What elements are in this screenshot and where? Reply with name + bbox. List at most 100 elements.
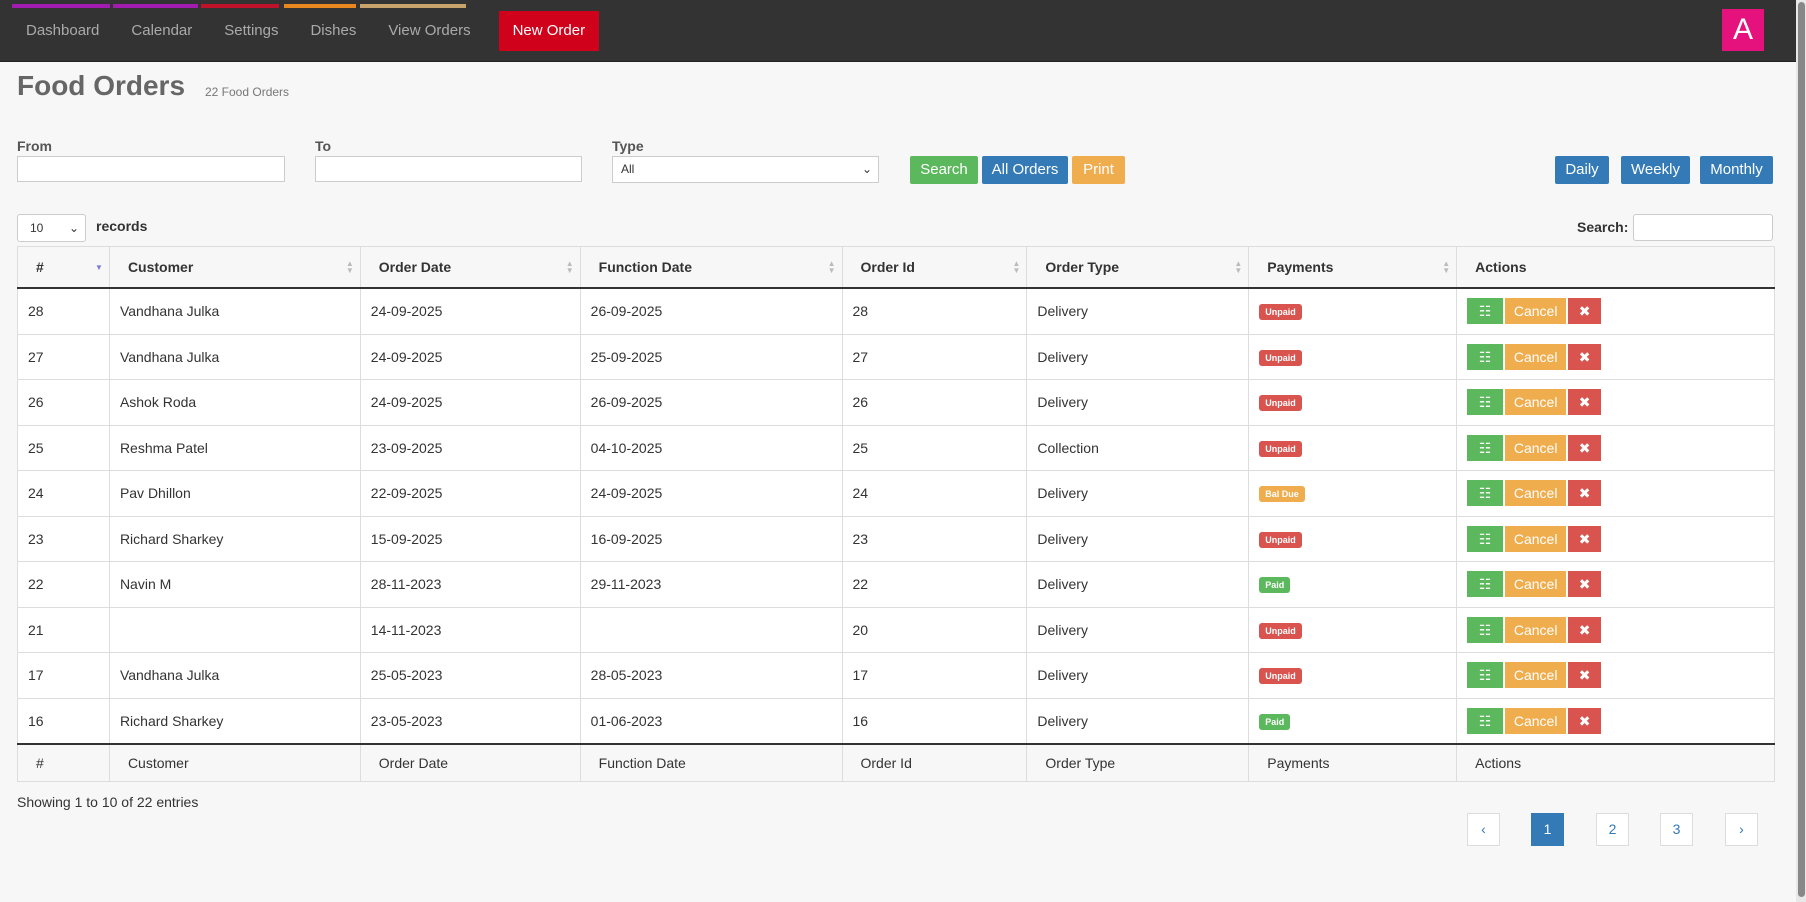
view-order-icon[interactable]: ☷ (1467, 343, 1504, 370)
cell-customer: Navin M (108, 561, 361, 608)
view-order-icon[interactable]: ☷ (1467, 662, 1504, 689)
cell-order-date: 15-09-2025 (359, 515, 581, 562)
delete-order-icon[interactable]: ✖ (1568, 571, 1602, 598)
col-header-num[interactable]: # ▼ (17, 246, 110, 289)
view-order-icon[interactable]: ☷ (1467, 571, 1504, 598)
delete-order-icon[interactable]: ✖ (1568, 707, 1602, 734)
col-header-payments[interactable]: Payments ▲ ▼ (1248, 246, 1458, 289)
scrollbar-thumb[interactable] (1798, 2, 1805, 897)
delete-order-icon[interactable]: ✖ (1568, 434, 1602, 461)
table-row: 17 Vandhana Julka 25-05-2023 28-05-2023 17 De… (17, 652, 1775, 699)
chevron-down-icon: ⌄ (68, 221, 79, 235)
cancel-order-button[interactable]: Cancel (1505, 707, 1567, 734)
cell-customer: Reshma Patel (108, 424, 361, 471)
delete-order-icon[interactable]: ✖ (1568, 525, 1602, 552)
delete-order-icon[interactable]: ✖ (1568, 389, 1602, 416)
col-header-label: Payments (1267, 259, 1334, 275)
nav-dishes[interactable]: Dishes (294, 11, 372, 51)
cancel-order-button[interactable]: Cancel (1505, 616, 1567, 643)
page-scrollbar[interactable] (1796, 0, 1806, 902)
cell-function-date: 26-09-2025 (579, 379, 843, 426)
cell-order-type: Delivery (1026, 606, 1250, 653)
print-button[interactable]: Print (1072, 156, 1125, 184)
view-order-icon[interactable]: ☷ (1467, 616, 1504, 643)
delete-order-icon[interactable]: ✖ (1568, 480, 1602, 507)
cell-order-date: 14-11-2023 (359, 606, 581, 653)
view-order-icon[interactable]: ☷ (1467, 707, 1504, 734)
delete-order-icon[interactable]: ✖ (1568, 343, 1602, 370)
cancel-order-button[interactable]: Cancel (1505, 343, 1567, 370)
page-1-button[interactable]: 1 (1531, 813, 1564, 846)
cell-customer: Richard Sharkey (108, 515, 361, 562)
cell-customer: Richard Sharkey (108, 697, 361, 745)
main-nav: Dashboard Calendar Settings Dishes View … (10, 0, 600, 61)
cell-num: 25 (17, 424, 110, 471)
cell-actions: ☷ Cancel ✖ (1456, 515, 1775, 562)
cell-order-type: Delivery (1026, 515, 1250, 562)
daily-button[interactable]: Daily (1555, 156, 1609, 184)
col-header-function-date[interactable]: Function Date ▲ ▼ (579, 246, 843, 289)
delete-order-icon[interactable]: ✖ (1568, 298, 1602, 325)
sort-desc-icon: ▼ (95, 263, 103, 272)
new-order-button[interactable]: New Order (498, 10, 600, 51)
cell-num: 16 (17, 697, 110, 745)
cancel-order-button[interactable]: Cancel (1505, 389, 1567, 416)
sort-icon: ▲ ▼ (1012, 259, 1021, 275)
page-length-value: 10 (30, 221, 44, 235)
cell-order-date: 23-09-2025 (359, 424, 581, 471)
page-3-button[interactable]: 3 (1660, 813, 1693, 846)
monthly-button[interactable]: Monthly (1700, 156, 1773, 184)
page-2-button[interactable]: 2 (1596, 813, 1629, 846)
delete-order-icon[interactable]: ✖ (1568, 662, 1602, 689)
cell-order-date: 24-09-2025 (359, 379, 581, 426)
search-button[interactable]: Search (910, 156, 978, 184)
delete-order-icon[interactable]: ✖ (1568, 616, 1602, 643)
col-header-customer[interactable]: Customer ▲ ▼ (108, 246, 361, 289)
footer-payments: Payments (1248, 743, 1458, 782)
table-search-input[interactable] (1633, 214, 1773, 241)
cell-function-date (579, 606, 843, 653)
type-select[interactable]: All ⌄ (612, 156, 879, 183)
prev-page-button[interactable]: ‹ (1467, 813, 1500, 846)
orders-count: 22 Food Orders (205, 85, 290, 99)
avatar[interactable]: A (1722, 9, 1764, 51)
view-order-icon[interactable]: ☷ (1467, 480, 1504, 507)
payment-status-badge: Unpaid (1259, 622, 1302, 639)
view-order-icon[interactable]: ☷ (1467, 525, 1504, 552)
cell-order-id: 28 (841, 287, 1028, 335)
cell-payment: Unpaid (1248, 424, 1458, 471)
to-date-input[interactable] (315, 156, 582, 182)
all-orders-button[interactable]: All Orders (982, 156, 1068, 184)
weekly-button[interactable]: Weekly (1621, 156, 1690, 184)
cancel-order-button[interactable]: Cancel (1505, 434, 1567, 461)
cancel-order-button[interactable]: Cancel (1505, 480, 1567, 507)
nav-calendar[interactable]: Calendar (115, 11, 208, 51)
cell-payment: Paid (1248, 561, 1458, 608)
footer-customer: Customer (108, 743, 361, 782)
from-date-input[interactable] (17, 156, 285, 182)
col-header-order-date[interactable]: Order Date ▲ ▼ (359, 246, 581, 289)
next-page-button[interactable]: › (1725, 813, 1758, 846)
col-header-label: # (36, 259, 44, 275)
col-header-order-type[interactable]: Order Type ▲ ▼ (1026, 246, 1250, 289)
cancel-order-button[interactable]: Cancel (1505, 525, 1567, 552)
cell-function-date: 04-10-2025 (579, 424, 843, 471)
nav-settings[interactable]: Settings (208, 11, 294, 51)
page-length-select[interactable]: 10 ⌄ (17, 214, 86, 242)
cancel-order-button[interactable]: Cancel (1505, 571, 1567, 598)
cell-payment: Unpaid (1248, 515, 1458, 562)
payment-status-badge: Paid (1259, 713, 1291, 730)
col-header-order-id[interactable]: Order Id ▲ ▼ (841, 246, 1028, 289)
cancel-order-button[interactable]: Cancel (1505, 298, 1567, 325)
view-order-icon[interactable]: ☷ (1467, 434, 1504, 461)
cell-payment: Unpaid (1248, 287, 1458, 335)
cell-order-id: 17 (841, 652, 1028, 699)
cell-order-id: 23 (841, 515, 1028, 562)
nav-view-orders[interactable]: View Orders (372, 11, 486, 51)
nav-dashboard[interactable]: Dashboard (10, 11, 115, 51)
cell-num: 24 (17, 470, 110, 517)
payment-status-badge: Unpaid (1259, 531, 1302, 548)
view-order-icon[interactable]: ☷ (1467, 298, 1504, 325)
cancel-order-button[interactable]: Cancel (1505, 662, 1567, 689)
view-order-icon[interactable]: ☷ (1467, 389, 1504, 416)
